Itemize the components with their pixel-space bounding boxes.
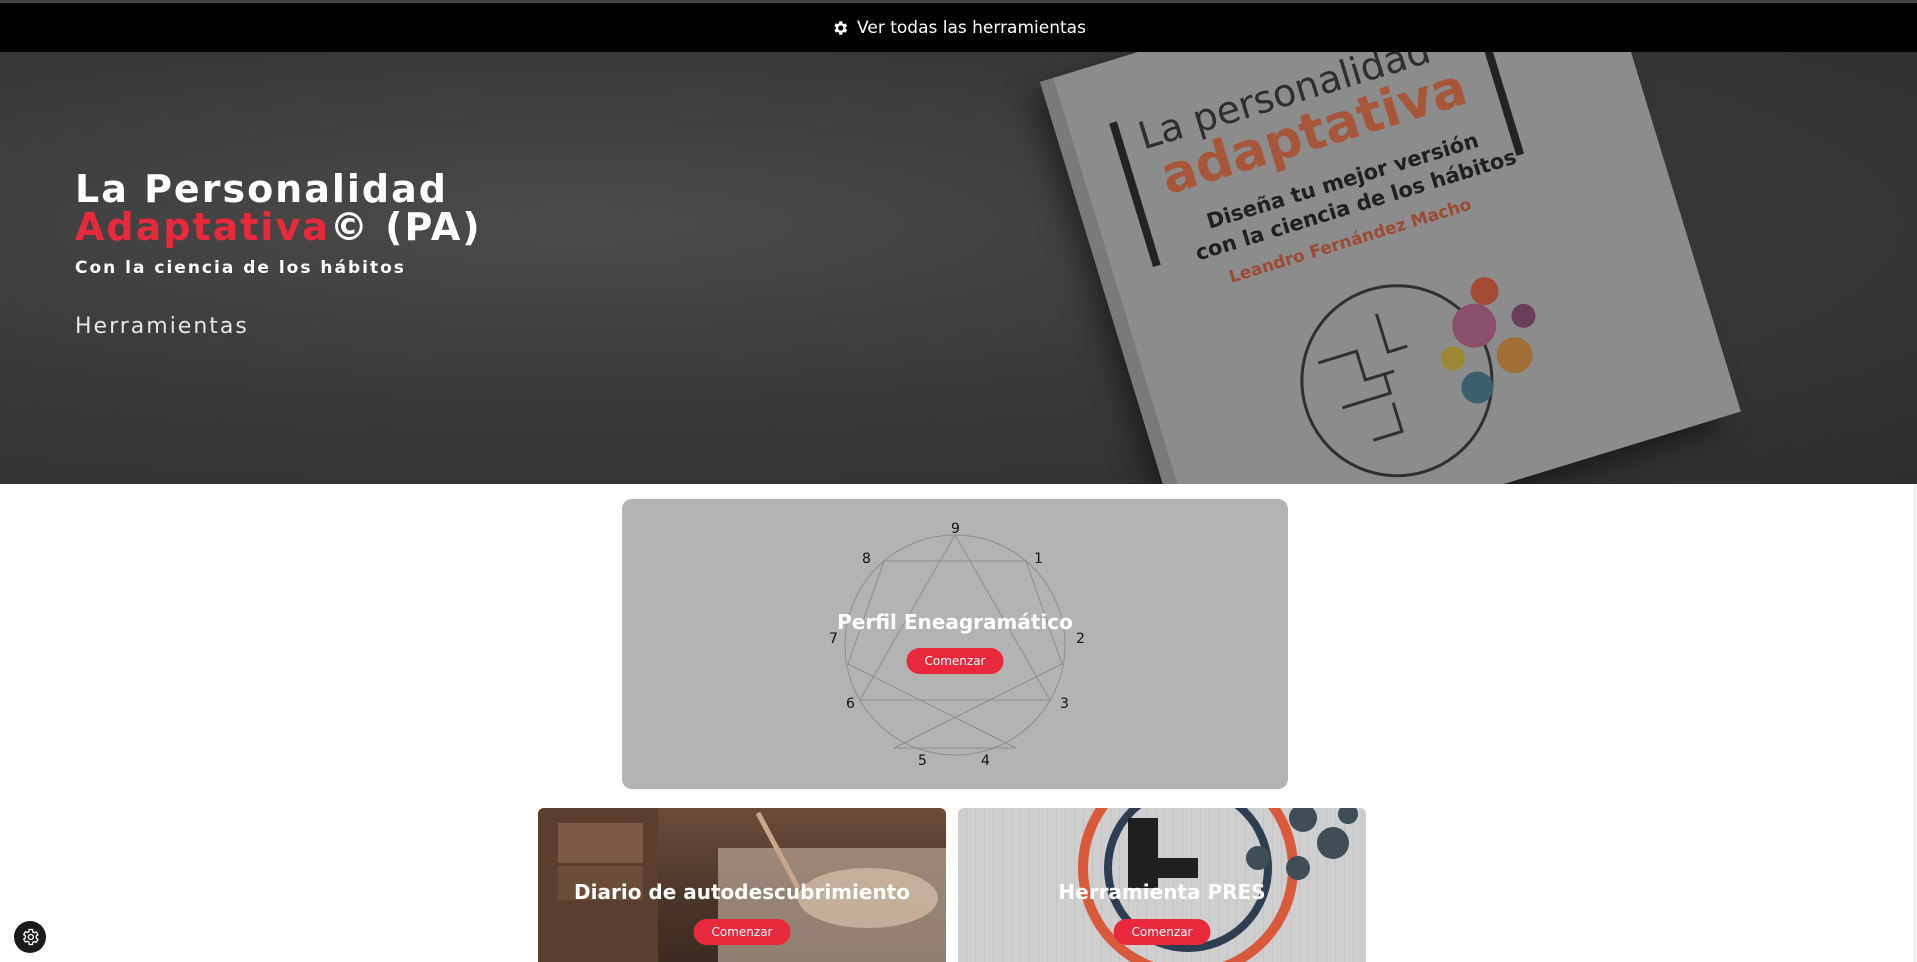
pres-title: Herramienta PRES [1058, 880, 1266, 904]
book-cover-image: La personalidad adaptativa Diseña tu mej… [1040, 52, 1741, 484]
tools-link[interactable]: Herramientas [75, 314, 249, 339]
enneagram-number-6: 6 [846, 696, 855, 712]
hero-banner: La personalidad adaptativa Diseña tu mej… [0, 52, 1917, 484]
enneagram-diagram: 9 1 2 3 4 5 6 7 8 [829, 521, 1085, 769]
all-tools-link[interactable]: Ver todas las herramientas [831, 18, 1086, 38]
hero-title-line1: La Personalidad [75, 167, 448, 211]
hero-title: La Personalidad Adaptativa© (PA) [75, 170, 482, 246]
diary-start-button[interactable]: Comenzar [693, 919, 791, 945]
gear-icon [22, 928, 39, 946]
enneagram-number-9: 9 [951, 521, 960, 537]
enneagram-number-1: 1 [1034, 551, 1043, 567]
diary-title: Diario de autodescubrimiento [574, 880, 910, 904]
hero-title-accent: Adaptativa [75, 205, 330, 249]
enneagram-card[interactable]: 9 1 2 3 4 5 6 7 8 Perfil Eneagramático C… [622, 499, 1288, 789]
enneagram-start-button[interactable]: Comenzar [906, 648, 1004, 674]
hero-title-line2: Adaptativa© (PA) [75, 208, 482, 246]
enneagram-number-3: 3 [1060, 696, 1069, 712]
enneagram-numbers: 9 1 2 3 4 5 6 7 8 [829, 521, 1085, 769]
enneagram-number-4: 4 [981, 753, 990, 769]
cookie-settings-button[interactable] [14, 921, 46, 953]
gear-icon [834, 20, 848, 35]
pres-start-button[interactable]: Comenzar [1113, 919, 1211, 945]
all-tools-label: Ver todas las herramientas [857, 17, 1086, 38]
enneagram-title: Perfil Eneagramático [837, 610, 1073, 634]
pres-card[interactable]: Herramienta PRES Comenzar [958, 808, 1366, 962]
hero-subtitle: Con la ciencia de los hábitos [75, 258, 406, 278]
hero-title-suffix: © (PA) [329, 205, 482, 249]
top-bar: Ver todas las herramientas [0, 0, 1917, 52]
enneagram-number-5: 5 [918, 753, 927, 769]
diary-card[interactable]: Diario de autodescubrimiento Comenzar [538, 808, 946, 962]
enneagram-number-8: 8 [862, 551, 871, 567]
